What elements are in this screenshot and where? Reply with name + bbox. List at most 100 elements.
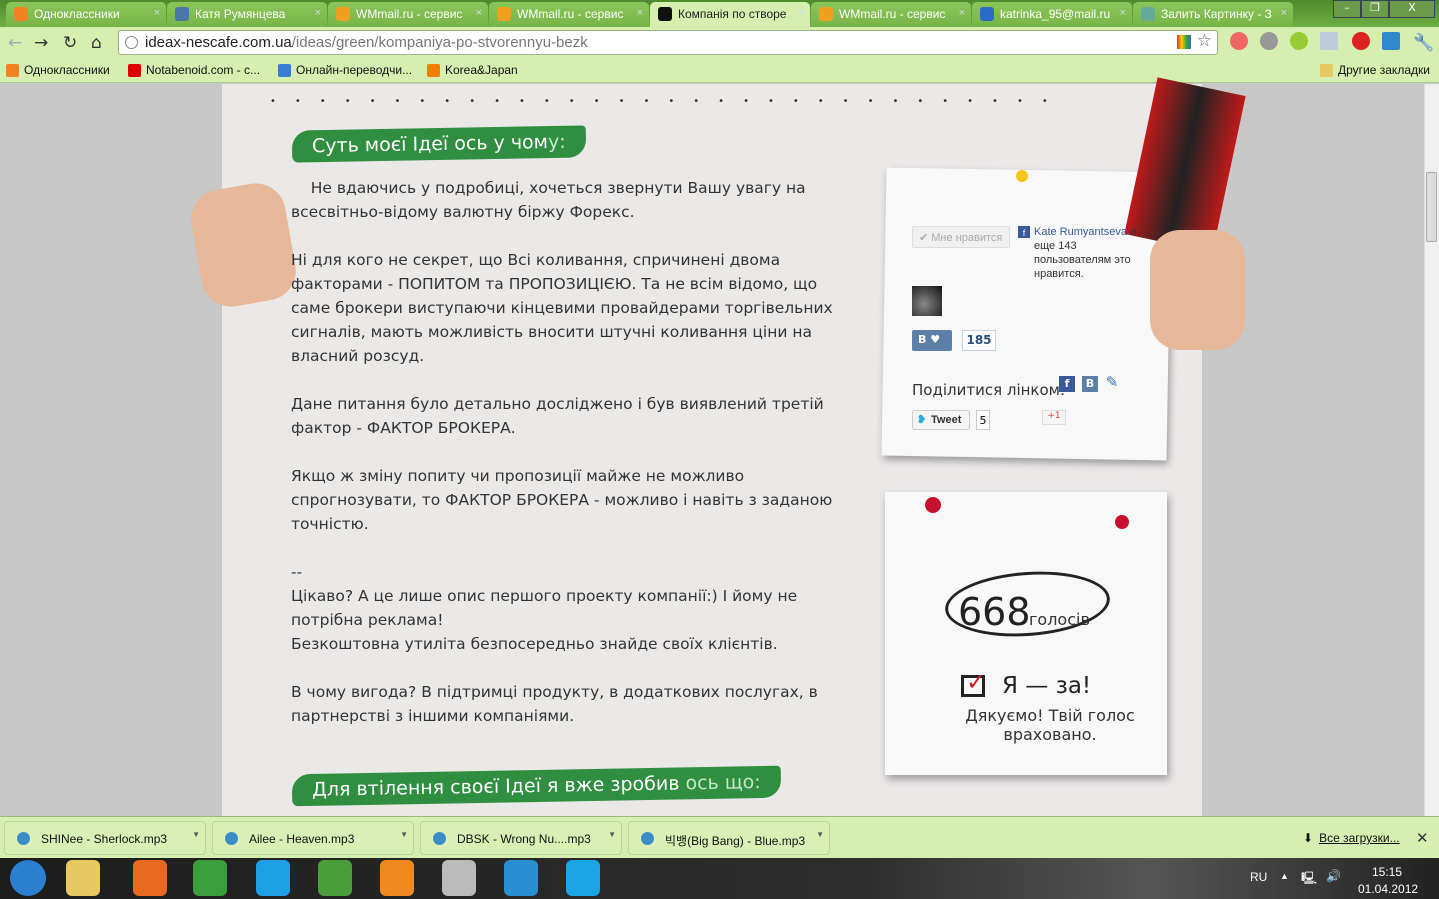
vote-button[interactable]: Я — за! bbox=[1002, 673, 1091, 699]
address-bar[interactable]: ideax-nescafe.com.ua/ideas/green/kompani… bbox=[118, 30, 1218, 55]
firefox-icon[interactable] bbox=[133, 860, 167, 896]
browser-tab[interactable]: katrinka_95@mail.ru × bbox=[972, 2, 1132, 27]
close-downloads-button[interactable]: ✕ bbox=[1416, 829, 1429, 847]
bookmark-item[interactable]: Онлайн-переводчи... bbox=[278, 63, 412, 77]
tab-title: Компанія по створе bbox=[678, 7, 787, 21]
browser-toolbar: ← → ↻ ⌂ ideax-nescafe.com.ua/ideas/green… bbox=[0, 27, 1439, 58]
tab-title: Одноклассники bbox=[34, 7, 120, 21]
clock-time[interactable]: 15:15 bbox=[1372, 865, 1402, 879]
vk-icon bbox=[175, 7, 189, 21]
close-tab-icon[interactable]: × bbox=[154, 7, 160, 19]
avatar[interactable] bbox=[912, 286, 942, 316]
share-label: Поділитися лінком: bbox=[912, 381, 1066, 399]
download-item[interactable]: 빅뱅(Big Bang) - Blue.mp3 ▼ bbox=[628, 821, 830, 855]
cs-extension-icon[interactable] bbox=[1230, 32, 1248, 50]
paragraph: Не вдаючись у подробиці, хочеться зверну… bbox=[291, 179, 811, 221]
vk-share-icon[interactable]: B bbox=[1082, 376, 1098, 392]
clock-date[interactable]: 01.04.2012 bbox=[1358, 882, 1418, 896]
all-downloads-link[interactable]: ⬇ Все загрузки... bbox=[1303, 831, 1400, 845]
adblock-icon[interactable] bbox=[1352, 32, 1370, 50]
image-icon bbox=[1141, 7, 1155, 21]
clock-app-icon[interactable] bbox=[442, 860, 476, 896]
extension-icon[interactable] bbox=[1177, 35, 1191, 49]
facebook-share-icon[interactable]: f bbox=[1059, 376, 1075, 392]
maximize-button[interactable]: ❐ bbox=[1361, 0, 1389, 18]
bookmark-item[interactable]: Korea&Japan bbox=[427, 63, 518, 77]
mail-agent-icon[interactable] bbox=[380, 860, 414, 896]
browser-tab[interactable]: WMmail.ru - сервис × bbox=[328, 2, 488, 27]
close-tab-icon[interactable]: × bbox=[637, 7, 643, 19]
download-item[interactable]: SHINee - Sherlock.mp3 ▼ bbox=[4, 821, 206, 855]
heading-tail: ось що: bbox=[685, 771, 761, 795]
tab-title: WMmail.ru - сервис bbox=[356, 7, 463, 21]
fb-friend-link[interactable]: Kate Rumyantseva bbox=[1034, 226, 1127, 238]
download-extension-icon[interactable] bbox=[1290, 32, 1308, 50]
d-app-icon[interactable] bbox=[256, 860, 290, 896]
windows-start-icon[interactable] bbox=[10, 860, 46, 896]
vote-count: 668 bbox=[958, 590, 1031, 634]
browser-tab[interactable]: WMmail.ru - сервис × bbox=[489, 2, 649, 27]
close-tab-icon[interactable]: × bbox=[476, 7, 482, 19]
mailru-icon bbox=[980, 7, 994, 21]
pencil-icon[interactable]: ✎ bbox=[1104, 374, 1120, 390]
close-tab-icon[interactable]: × bbox=[1281, 7, 1287, 19]
language-indicator[interactable]: RU bbox=[1250, 870, 1267, 884]
browser-tab[interactable]: Одноклассники × bbox=[6, 2, 166, 27]
show-hidden-icons[interactable]: ▲ bbox=[1280, 871, 1289, 881]
scrollbar-thumb[interactable] bbox=[1426, 172, 1437, 242]
bookmark-item[interactable]: Notabenoid.com - с... bbox=[128, 63, 260, 77]
volume-icon[interactable]: 🔊 bbox=[1326, 869, 1341, 883]
tweet-count: 5 bbox=[976, 410, 990, 430]
signal-icon[interactable] bbox=[1320, 32, 1338, 50]
gplus-button[interactable]: +1 bbox=[1042, 410, 1066, 425]
download-item[interactable]: DBSK - Wrong Nu....mp3 ▼ bbox=[420, 821, 622, 855]
browser-tab[interactable]: Компанія по створе × bbox=[650, 2, 810, 27]
download-filename: DBSK - Wrong Nu....mp3 bbox=[457, 832, 591, 846]
utorrent-icon[interactable] bbox=[318, 860, 352, 896]
vk-like-button[interactable]: В ♥ bbox=[912, 330, 952, 351]
forward-icon[interactable]: → bbox=[34, 33, 48, 53]
browser-tab[interactable]: Катя Румянцева × bbox=[167, 2, 327, 27]
dbs-icon[interactable] bbox=[504, 860, 538, 896]
dropdown-arrow-icon[interactable]: ▼ bbox=[608, 830, 616, 839]
taskbar: RU ▲ 🖳 🔊 15:15 01.04.2012 bbox=[0, 858, 1439, 899]
home-icon[interactable]: ⌂ bbox=[91, 33, 102, 53]
browser-tab[interactable]: Залить Картинку - З × bbox=[1133, 2, 1293, 27]
skype-icon[interactable] bbox=[566, 860, 600, 896]
chrome-icon[interactable] bbox=[193, 860, 227, 896]
other-bookmarks[interactable]: Другие закладки bbox=[1320, 63, 1430, 77]
hand-illustration bbox=[1150, 230, 1245, 350]
dropdown-arrow-icon[interactable]: ▼ bbox=[192, 830, 200, 839]
close-tab-icon[interactable]: × bbox=[798, 7, 804, 19]
bookmark-label: Онлайн-переводчи... bbox=[296, 63, 413, 77]
minimize-button[interactable]: – bbox=[1333, 0, 1361, 18]
translate-icon[interactable] bbox=[1382, 32, 1400, 50]
close-tab-icon[interactable]: × bbox=[315, 7, 321, 19]
download-filename: SHINee - Sherlock.mp3 bbox=[41, 832, 168, 846]
tweet-button[interactable]: ❥ Tweet bbox=[912, 410, 970, 430]
tab-strip: Одноклассники × Катя Румянцева × WMmail.ru -… bbox=[0, 0, 1439, 27]
download-item[interactable]: Ailee - Heaven.mp3 ▼ bbox=[212, 821, 414, 855]
globe-icon bbox=[278, 63, 291, 77]
close-tab-icon[interactable]: × bbox=[1120, 7, 1126, 19]
fb-like-button[interactable]: ✔ Мне нравится bbox=[912, 226, 1010, 248]
dropdown-arrow-icon[interactable]: ▼ bbox=[816, 830, 824, 839]
tab-title: WMmail.ru - сервис bbox=[517, 7, 624, 21]
file-explorer-icon[interactable] bbox=[66, 860, 100, 896]
section-heading-idea: Суть моєї Ідеї ось у чому: bbox=[291, 125, 586, 163]
bookmark-label: Korea&Japan bbox=[445, 63, 518, 77]
heading-text: Для втілення своєї Ідеї я вже зробив bbox=[311, 772, 686, 801]
star-icon[interactable]: ☆ bbox=[1197, 31, 1212, 51]
extension-icon[interactable] bbox=[1260, 32, 1278, 50]
close-window-button[interactable]: X bbox=[1389, 0, 1435, 18]
twitter-bird-icon: ❥ bbox=[917, 414, 927, 426]
browser-tab[interactable]: WMmail.ru - сервис × bbox=[811, 2, 971, 27]
wrench-icon[interactable]: 🔧 bbox=[1413, 33, 1434, 53]
bookmark-item[interactable]: Одноклассники bbox=[6, 63, 110, 77]
dropdown-arrow-icon[interactable]: ▼ bbox=[400, 830, 408, 839]
heart-icon: ♥ bbox=[930, 333, 941, 346]
network-icon[interactable]: 🖳 bbox=[1301, 869, 1317, 890]
close-tab-icon[interactable]: × bbox=[959, 7, 965, 19]
reload-icon[interactable]: ↻ bbox=[63, 33, 77, 53]
back-icon[interactable]: ← bbox=[8, 33, 22, 53]
